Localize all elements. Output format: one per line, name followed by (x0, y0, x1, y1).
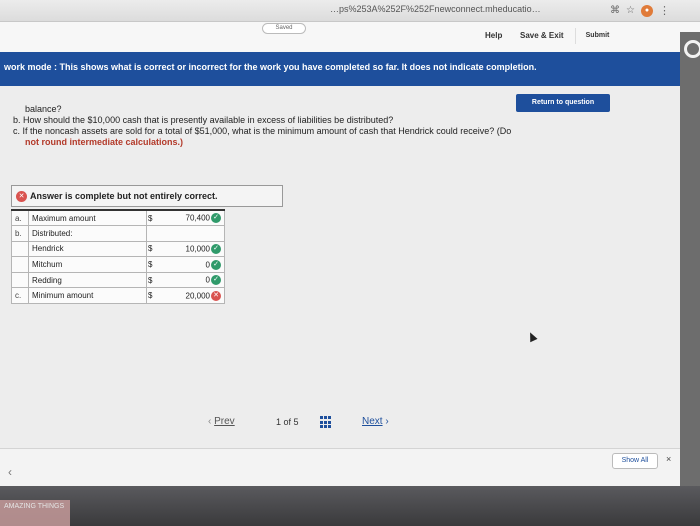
mouse-cursor (526, 330, 538, 343)
table-row: c. Minimum amount $20,000 ✕ (11, 287, 225, 305)
currency-symbol: $ (146, 209, 159, 227)
prev-label: Prev (214, 416, 235, 427)
chevron-right-icon: › (385, 416, 389, 427)
row-label: Distributed: (28, 225, 147, 242)
question-line: balance? (25, 104, 62, 114)
check-icon: ✓ (211, 275, 221, 286)
grid-icon[interactable] (320, 416, 333, 429)
answer-table: a. Maximum amount $70,400 ✓ b. Distributed: He… (11, 209, 225, 305)
currency-symbol: $ (146, 240, 159, 258)
next-label: Next (362, 416, 383, 427)
show-all-button[interactable]: Show All (612, 453, 658, 469)
answer-value: 20,000 (185, 291, 210, 301)
question-note: not round intermediate calculations.) (25, 137, 184, 147)
check-icon: ✓ (211, 213, 221, 224)
chevron-left-icon[interactable]: ‹ (8, 465, 12, 479)
table-row: Redding $0 ✓ (11, 271, 225, 289)
next-button[interactable]: Next › (362, 416, 389, 427)
answer-input[interactable]: 0 ✓ (158, 256, 225, 273)
row-label: Hendrick (28, 240, 147, 258)
address-bar[interactable]: …ps%253A%252F%252Fnewconnect.mheducatio… (330, 4, 541, 14)
answer-status-box: ✕ Answer is complete but not entirely co… (11, 185, 283, 207)
incorrect-icon: ✕ (211, 290, 221, 301)
work-mode-banner: work mode : This shows what is correct o… (0, 52, 680, 86)
save-exit-link[interactable]: Save & Exit (520, 31, 564, 40)
currency-symbol: $ (146, 256, 159, 273)
command-icon[interactable]: ⌘ (610, 5, 620, 17)
row-label: Mitchum (28, 256, 147, 273)
sticker-label: AMAZING THINGS (0, 500, 70, 526)
check-icon: ✓ (211, 243, 221, 254)
bottom-bar: ‹ Show All × (0, 448, 680, 486)
submit-button[interactable]: Submit (575, 28, 619, 44)
table-row: b. Distributed: (11, 225, 225, 242)
check-icon: ✓ (211, 259, 221, 270)
row-letter: b. (11, 225, 29, 242)
row-label: Minimum amount (28, 287, 147, 305)
table-row: Mitchum $0 ✓ (11, 256, 225, 273)
row-letter: a. (11, 209, 29, 227)
row-label: Redding (28, 271, 147, 289)
row-label: Maximum amount (28, 209, 147, 227)
window-edge (680, 32, 700, 492)
star-icon[interactable]: ☆ (626, 5, 635, 17)
currency-symbol: $ (146, 287, 159, 305)
prev-button[interactable]: ‹ Prev (208, 416, 235, 427)
answer-status-text: Answer is complete but not entirely corr… (30, 191, 218, 201)
answer-input[interactable]: 0 ✓ (158, 271, 225, 289)
menu-dots-icon[interactable]: ⋮ (659, 4, 670, 17)
incorrect-icon: ✕ (16, 191, 27, 202)
close-icon[interactable]: × (666, 454, 671, 464)
table-row: Hendrick $10,000 ✓ (11, 240, 225, 258)
row-letter (11, 271, 29, 289)
browser-actions: ⌘ ☆ ● ⋮ (610, 4, 670, 17)
profile-icon[interactable]: ● (641, 4, 653, 17)
question-line: c. If the noncash assets are sold for a … (13, 126, 512, 136)
question-panel: Return to question balance? b. How shoul… (0, 86, 680, 448)
help-link[interactable]: Help (485, 31, 502, 40)
question-line: b. How should the $10,000 cash that is p… (13, 115, 394, 125)
currency-symbol: $ (146, 271, 159, 289)
circle-icon (684, 40, 700, 58)
table-row: a. Maximum amount $70,400 ✓ (11, 209, 225, 227)
browser-toolbar: …ps%253A%252F%252Fnewconnect.mheducatio…… (0, 0, 700, 22)
question-text: balance? b. How should the $10,000 cash … (13, 104, 633, 148)
answer-input[interactable]: 10,000 ✓ (158, 240, 225, 258)
currency-symbol (146, 225, 159, 242)
answer-value: 10,000 (185, 244, 210, 254)
row-letter: c. (11, 287, 29, 305)
app-header: Saved Help Save & Exit Submit (0, 22, 700, 52)
saved-status: Saved (262, 23, 306, 34)
answer-value: 0 (205, 275, 210, 285)
answer-value: 70,400 (185, 213, 210, 223)
answer-input (158, 225, 225, 242)
chevron-left-icon: ‹ (208, 416, 212, 427)
row-letter (11, 256, 29, 273)
row-letter (11, 240, 29, 258)
page-indicator: 1 of 5 (276, 417, 299, 427)
answer-input[interactable]: 20,000 ✕ (158, 287, 225, 305)
desk-background (0, 486, 700, 526)
answer-value: 0 (205, 260, 210, 270)
answer-input[interactable]: 70,400 ✓ (158, 209, 225, 227)
